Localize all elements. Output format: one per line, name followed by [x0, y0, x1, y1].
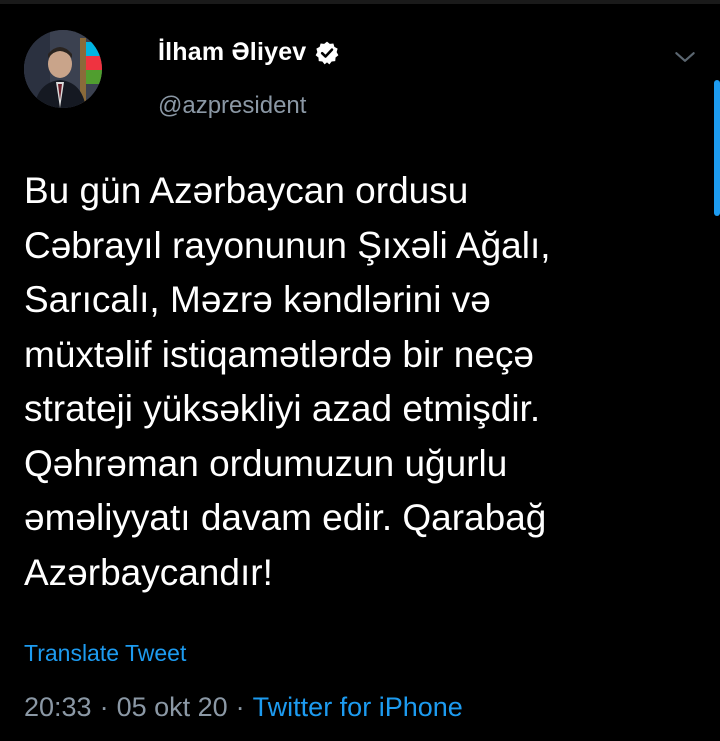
tweet-line: əməliyyatı davam edir. Qarabağ [24, 497, 547, 538]
tweet-meta: 20:33 · 05 okt 20 · Twitter for iPhone [24, 692, 463, 723]
meta-separator: · [99, 692, 109, 722]
tweet-line: Bu gün Azərbaycan ordusu [24, 170, 469, 211]
author-handle[interactable]: @azpresident [158, 92, 306, 120]
meta-separator: · [235, 692, 245, 722]
tweet-line: Qəhrəman ordumuzun uğurlu [24, 442, 508, 484]
tweet-line: müxtəlif istiqamətlərdə bir neçə [24, 333, 534, 375]
top-edge [0, 0, 720, 4]
tweet-source-link[interactable]: Twitter for iPhone [253, 692, 463, 722]
verified-badge-icon [316, 41, 339, 64]
chevron-down-icon[interactable] [672, 44, 698, 70]
scrollbar[interactable] [714, 80, 720, 216]
tweet-line: Sarıcalı, Məzrə kəndlərini və [24, 279, 491, 320]
translate-tweet-link[interactable]: Translate Tweet [24, 640, 186, 667]
tweet-line: Cəbrayıl rayonunun Şıxəli Ağalı, [24, 224, 551, 266]
avatar[interactable] [24, 30, 102, 108]
author-name-row[interactable]: İlham Əliyev [158, 38, 340, 67]
tweet-time: 20:33 [24, 692, 92, 722]
tweet-line: strateji yüksəkliyi azad etmişdir. [24, 388, 541, 429]
author-name[interactable]: İlham Əliyev [158, 38, 306, 67]
tweet-text: Bu gün Azərbaycan ordusu Cəbrayıl rayonu… [24, 164, 684, 600]
avatar-photo [24, 30, 102, 108]
tweet-date: 05 okt 20 [116, 692, 228, 722]
tweet-line: Azərbaycandır! [24, 551, 273, 593]
